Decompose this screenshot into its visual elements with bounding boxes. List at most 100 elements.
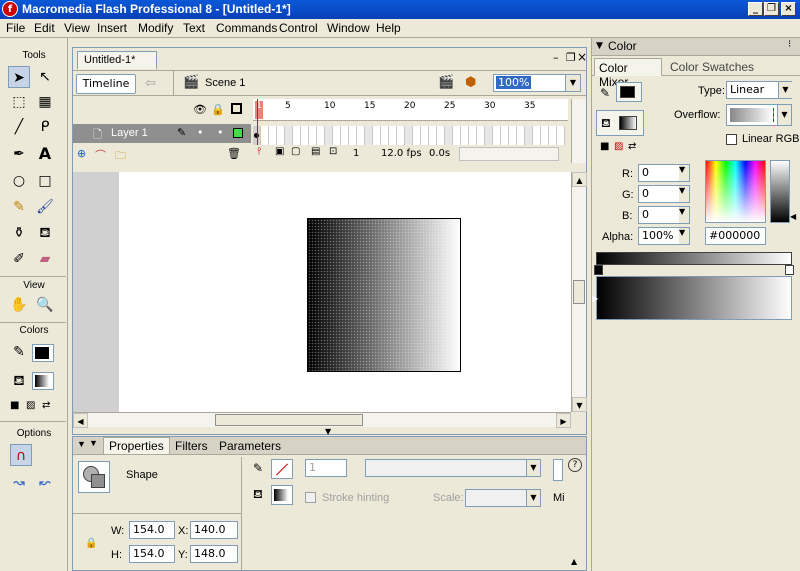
oval-tool-icon[interactable]: ○ [8, 170, 30, 192]
stroke-hinting-checkbox[interactable] [305, 492, 316, 503]
scroll-down-icon[interactable]: ▼ [572, 397, 587, 412]
frame-cell[interactable] [349, 126, 357, 145]
menu-window[interactable]: Window [327, 21, 370, 35]
height-field[interactable]: 154.0 [129, 545, 175, 563]
minimize-button[interactable]: _ [748, 2, 763, 16]
frame-cell[interactable] [381, 126, 389, 145]
menu-view[interactable]: View [64, 21, 90, 35]
y-field[interactable]: 148.0 [190, 545, 238, 563]
panel-options-icon[interactable]: ▼ [89, 438, 98, 448]
collapse-arrow-icon[interactable]: ▼ [325, 427, 331, 436]
lasso-tool-icon[interactable]: ᑭ [34, 116, 56, 138]
stroke-color-swatch[interactable] [32, 344, 54, 362]
edit-multiple-icon[interactable]: ▤ [311, 146, 320, 157]
stroke-none-swatch[interactable] [271, 459, 293, 479]
modify-markers-icon[interactable]: ⊡ [329, 146, 337, 157]
doc-close-icon[interactable]: × [577, 50, 587, 64]
rectangle-tool-icon[interactable]: □ [34, 170, 56, 192]
close-button[interactable]: × [781, 2, 796, 16]
scroll-right-icon[interactable]: ▶ [556, 413, 571, 428]
doc-restore-icon[interactable]: ❐ [566, 51, 576, 64]
add-motion-guide-icon[interactable]: ⌒ [95, 147, 106, 163]
document-tab[interactable]: Untitled-1* [77, 51, 157, 69]
eyedropper-tool-icon[interactable]: ✐ [8, 248, 30, 270]
alpha-dropdown-icon[interactable]: ▼ [679, 228, 689, 244]
overflow-dropdown-icon[interactable]: ▼ [777, 105, 791, 125]
x-field[interactable]: 140.0 [190, 521, 238, 539]
panel-collapse-icon[interactable]: ▼ [77, 439, 86, 449]
menu-edit[interactable]: Edit [34, 21, 55, 35]
menu-help[interactable]: Help [376, 21, 401, 35]
gradient-stop-left[interactable] [594, 265, 603, 275]
menu-file[interactable]: File [6, 21, 25, 35]
zoom-tool-icon[interactable]: 🔍 [34, 294, 56, 316]
brush-tool-icon[interactable]: 🖌 [34, 196, 56, 218]
menu-insert[interactable]: Insert [97, 21, 127, 35]
layer-row[interactable]: 🗋 Layer 1 ✎ • • [73, 124, 251, 143]
frame-cell[interactable] [429, 126, 437, 145]
free-transform-tool-icon[interactable]: ⬚ [8, 91, 30, 113]
pencil-tool-icon[interactable]: ✎ [8, 196, 30, 218]
overflow-select[interactable]: ▼ [726, 104, 792, 126]
frame-cell[interactable] [525, 126, 533, 145]
cp-no-color-icon[interactable]: ▨ [614, 141, 623, 152]
menu-control[interactable]: Control [279, 21, 318, 35]
b-dropdown-icon[interactable]: ▼ [679, 207, 689, 223]
outline-icon[interactable] [231, 103, 242, 114]
gradient-stop-right[interactable] [785, 265, 794, 275]
frame-cell[interactable] [397, 126, 405, 145]
frame-cell[interactable] [261, 126, 269, 145]
color-collapse-icon[interactable]: ▼ [596, 41, 603, 51]
hex-field[interactable]: #000000 [705, 227, 766, 245]
stroke-height-field[interactable]: 1 [305, 459, 347, 477]
frame-cell[interactable] [493, 126, 501, 145]
frame-cell[interactable] [533, 126, 541, 145]
edit-scene-icon[interactable]: 🎬 [438, 75, 454, 90]
frame-cell[interactable] [477, 126, 485, 145]
frame-cell[interactable] [437, 126, 445, 145]
luminance-slider-icon[interactable]: ◀ [790, 212, 796, 221]
fill-color-swatch[interactable] [32, 372, 54, 390]
vscroll-thumb[interactable] [573, 280, 585, 304]
frame-cell[interactable] [293, 126, 301, 145]
frame-cell[interactable] [485, 126, 493, 145]
snap-magnet-icon[interactable]: ∩ [10, 444, 32, 466]
playhead[interactable] [257, 99, 258, 145]
zoom-select[interactable]: 100% ▼ [493, 74, 581, 92]
frame-cell[interactable] [413, 126, 421, 145]
delete-layer-icon[interactable]: 🗑 [227, 147, 241, 160]
scale-select[interactable]: ▼ [465, 489, 541, 507]
line-tool-icon[interactable]: ╱ [8, 116, 30, 138]
frame-cell[interactable] [557, 126, 565, 145]
zoom-dropdown-icon[interactable]: ▼ [565, 75, 580, 91]
layer-visible-dot[interactable]: • [197, 126, 204, 139]
hand-tool-icon[interactable]: ✋ [8, 294, 30, 316]
restore-button[interactable]: ❐ [764, 2, 779, 16]
tab-filters[interactable]: Filters [175, 439, 208, 453]
tab-parameters[interactable]: Parameters [219, 439, 281, 453]
frame-cell[interactable] [317, 126, 325, 145]
frame-cell[interactable] [509, 126, 517, 145]
onion-outlines-icon[interactable]: ▢ [291, 146, 300, 157]
linear-rgb-checkbox[interactable] [726, 134, 737, 145]
frame-cell[interactable] [421, 126, 429, 145]
frame-cell[interactable] [365, 126, 373, 145]
frame-cell[interactable] [309, 126, 317, 145]
menu-modify[interactable]: Modify [138, 21, 173, 35]
timeline-button[interactable]: Timeline [76, 74, 136, 94]
frame-cell[interactable] [453, 126, 461, 145]
panel-side-arrow-icon[interactable]: ▶ [592, 294, 598, 303]
smooth-icon[interactable]: ↝ [8, 472, 30, 494]
stage-hscroll[interactable]: ◀ ▶ [73, 412, 571, 428]
frame-cell[interactable] [325, 126, 333, 145]
paint-bucket-tool-icon[interactable]: ⛾ [34, 222, 56, 244]
insert-layer-icon[interactable]: ⊕ [77, 147, 86, 160]
type-dropdown-icon[interactable]: ▼ [778, 82, 792, 98]
text-tool-icon[interactable]: A [34, 143, 56, 165]
no-color-icon[interactable]: ▨ [26, 400, 35, 411]
custom-stroke-button[interactable] [553, 459, 563, 481]
insert-folder-icon[interactable]: 🗀 [115, 147, 126, 166]
frame-cell[interactable] [501, 126, 509, 145]
frame-cell[interactable] [285, 126, 293, 145]
frame-cell[interactable] [445, 126, 453, 145]
